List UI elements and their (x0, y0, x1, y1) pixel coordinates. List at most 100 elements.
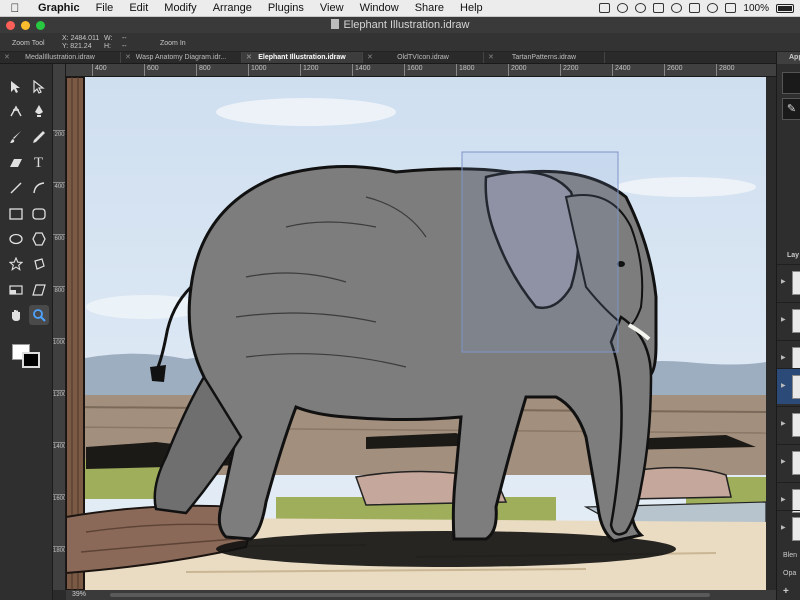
appearance-header[interactable]: App (777, 52, 800, 64)
pen-tool-icon[interactable] (29, 101, 49, 121)
menu-plugins[interactable]: Plugins (260, 0, 312, 17)
zoom-in-action[interactable]: Zoom In (160, 40, 186, 47)
tab-label: OldTVIcon.idraw (397, 54, 449, 61)
text-tool-icon[interactable]: T (29, 153, 49, 173)
expand-arrow-icon[interactable]: ▶ (781, 496, 786, 503)
close-tab-icon[interactable]: ✕ (367, 52, 373, 64)
arc-tool-icon[interactable] (29, 178, 49, 198)
layer-thumbnail (792, 375, 800, 399)
rounded-rect-tool-icon[interactable] (29, 204, 49, 224)
expand-arrow-icon[interactable]: ▶ (781, 278, 786, 285)
layer-row[interactable]: ▶ (777, 264, 800, 300)
layer-row[interactable]: ▶ (777, 444, 800, 480)
expand-arrow-icon[interactable]: ▶ (781, 316, 786, 323)
pointer-tool-icon[interactable] (6, 77, 26, 97)
polygon-tool-icon[interactable] (29, 229, 49, 249)
creative-cloud-icon[interactable] (617, 3, 629, 13)
x-value: 2484.011 (70, 35, 100, 42)
menu-file[interactable]: File (88, 0, 122, 17)
menu-graphic[interactable]: Graphic (30, 0, 88, 17)
ruler-tick: 400 (53, 182, 65, 190)
expand-arrow-icon[interactable]: ▶ (781, 458, 786, 465)
add-layer-button[interactable]: + (783, 586, 789, 597)
sync-icon[interactable] (635, 3, 647, 13)
eraser-tool-icon[interactable] (6, 153, 26, 173)
menu-share[interactable]: Share (407, 0, 452, 17)
line-tool-icon[interactable] (6, 178, 26, 198)
menu-edit[interactable]: Edit (121, 0, 156, 17)
layer-row-selected[interactable]: ▶ (777, 368, 800, 404)
color-swatches[interactable] (12, 344, 42, 368)
tab-medal-illustration[interactable]: ✕ MedalIllustration.idraw (0, 52, 121, 63)
window-title-text: Elephant Illustration.idraw (343, 19, 470, 31)
x-label-row: X: 2484.011 (62, 35, 102, 43)
screen-record-icon[interactable] (599, 3, 611, 13)
horizontal-scrollbar[interactable] (110, 593, 710, 597)
close-tab-icon[interactable]: ✕ (488, 52, 494, 64)
direct-select-tool-icon[interactable] (29, 77, 49, 97)
y-label: Y: (62, 43, 69, 50)
document-tabs: ✕ MedalIllustration.idraw ✕ Wasp Anatomy D… (0, 52, 776, 64)
drawing-canvas[interactable] (66, 77, 766, 590)
tools-panel: T (0, 64, 53, 600)
zoom-tool-icon[interactable] (28, 305, 49, 325)
tab-old-tv-icon[interactable]: ✕ OldTVIcon.idraw (363, 52, 484, 63)
node-tool-icon[interactable] (6, 101, 26, 121)
expand-arrow-icon[interactable]: ▶ (781, 354, 786, 361)
expand-arrow-icon[interactable]: ▶ (781, 420, 786, 427)
time-machine-icon[interactable] (671, 3, 683, 13)
ruler-tick: 2600 (664, 64, 683, 76)
ruler-tick: 1400 (352, 64, 371, 76)
hand-tool-icon[interactable] (6, 305, 26, 325)
crop-tool-icon[interactable] (6, 280, 26, 300)
shear-tool-icon[interactable] (29, 280, 49, 300)
layer-thumbnail (792, 309, 800, 333)
menu-view[interactable]: View (312, 0, 352, 17)
brush-icon[interactable]: ✎ (782, 98, 800, 120)
menu-help[interactable]: Help (452, 0, 491, 17)
ruler-tick: 600 (144, 64, 159, 76)
tab-elephant-illustration[interactable]: ✕ Elephant Illustration.idraw (242, 52, 363, 63)
horizontal-ruler[interactable]: 600 800 1000 1200 1400 1600 1800 2000 22… (66, 64, 776, 77)
y-label-row: Y: 821.24 (62, 43, 102, 51)
rotate-tool-icon[interactable] (29, 254, 49, 274)
expand-arrow-icon[interactable]: ▶ (781, 382, 786, 389)
document-icon (330, 19, 339, 29)
close-tab-icon[interactable]: ✕ (4, 52, 10, 64)
appearance-swatch[interactable] (782, 72, 800, 94)
bluetooth-icon[interactable] (689, 3, 701, 13)
vertical-ruler[interactable]: 200 400 600 800 1000 1200 1400 1600 1800 (53, 64, 66, 590)
menu-window[interactable]: Window (352, 0, 407, 17)
window-title: Elephant Illustration.idraw (0, 17, 800, 33)
battery-percent[interactable]: 100% (743, 3, 769, 14)
star-tool-icon[interactable] (6, 254, 26, 274)
menu-bar:  Graphic File Edit Modify Arrange Plugi… (0, 0, 800, 17)
tab-wasp-anatomy[interactable]: ✕ Wasp Anatomy Diagram.idr... (121, 52, 242, 63)
tab-tartan-patterns[interactable]: ✕ TartanPatterns.idraw (484, 52, 605, 63)
selection-marquee (461, 151, 619, 353)
layer-row[interactable]: ▶ (777, 406, 800, 442)
dropbox-icon[interactable] (653, 3, 665, 13)
brush-tool-icon[interactable] (6, 127, 26, 147)
zoom-level[interactable]: 39% (72, 591, 86, 598)
ruler-tick: 600 (53, 234, 65, 242)
close-tab-icon[interactable]: ✕ (246, 52, 252, 64)
fill-color-swatch[interactable] (22, 352, 40, 368)
layer-row[interactable]: ▶ (777, 302, 800, 338)
current-tool-name: Zoom Tool (12, 40, 45, 47)
volume-icon[interactable] (725, 3, 737, 13)
expand-arrow-icon[interactable]: ▶ (781, 524, 786, 531)
battery-icon[interactable] (776, 3, 794, 13)
apple-menu-icon[interactable]:  (0, 1, 30, 15)
rectangle-tool-icon[interactable] (6, 204, 26, 224)
menu-arrange[interactable]: Arrange (205, 0, 260, 17)
wifi-icon[interactable] (707, 3, 719, 13)
ellipse-tool-icon[interactable] (6, 229, 26, 249)
menu-modify[interactable]: Modify (156, 0, 204, 17)
y-value: 821.24 (70, 43, 92, 50)
layer-row[interactable]: ▶ (777, 510, 800, 546)
close-tab-icon[interactable]: ✕ (125, 52, 131, 64)
pencil-tool-icon[interactable] (29, 127, 49, 147)
ruler-tick: 1200 (300, 64, 319, 76)
tab-label: Elephant Illustration.idraw (258, 54, 346, 61)
